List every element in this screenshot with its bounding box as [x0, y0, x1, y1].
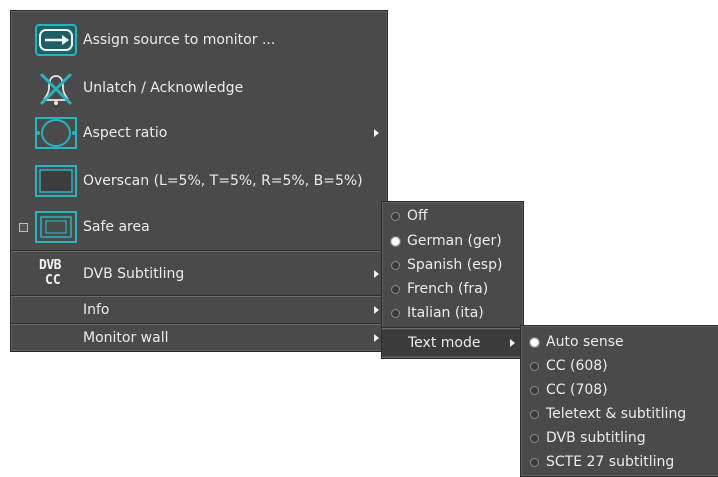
radio-button[interactable] — [391, 309, 400, 318]
radio-button[interactable] — [530, 410, 539, 419]
cc-icon-text: CC — [45, 273, 61, 288]
text-mode-option-cc-608[interactable]: CC (608) — [521, 354, 718, 378]
language-option-spanish[interactable]: Spanish (esp) — [382, 253, 523, 277]
menu-item-label: Aspect ratio — [83, 125, 168, 141]
aspect-ratio-icon — [35, 117, 77, 149]
text-mode-option-cc-708[interactable]: CC (708) — [521, 378, 718, 402]
language-option-french[interactable]: French (fra) — [382, 277, 523, 301]
unlatch-bell-icon — [35, 72, 77, 106]
menu-item-dvb-subtitling[interactable]: DVB CC DVB Subtitling — [11, 253, 387, 295]
option-label: Off — [407, 208, 428, 224]
option-label: SCTE 27 subtitling — [546, 454, 675, 470]
radio-button-selected[interactable] — [530, 338, 539, 347]
safe-area-checkbox[interactable] — [19, 223, 28, 232]
submenu-arrow-icon — [374, 306, 379, 314]
language-option-italian[interactable]: Italian (ita) — [382, 301, 523, 325]
menu-item-label: DVB Subtitling — [83, 266, 185, 282]
option-label: Text mode — [408, 335, 481, 351]
radio-button[interactable] — [391, 212, 400, 221]
dvb-icon-text: DVB — [39, 258, 61, 273]
menu-item-assign-source[interactable]: Assign source to monitor ... — [11, 15, 387, 65]
menu-item-monitor-wall[interactable]: Monitor wall — [11, 326, 387, 350]
menu-separator — [11, 250, 387, 252]
assign-source-icon — [35, 24, 77, 56]
language-option-off[interactable]: Off — [382, 204, 523, 228]
overscan-icon — [35, 165, 77, 197]
radio-button[interactable] — [530, 458, 539, 467]
option-label: CC (608) — [546, 358, 608, 374]
option-label: Teletext & subtitling — [546, 406, 687, 422]
language-option-german[interactable]: German (ger) — [382, 229, 523, 253]
safe-area-icon — [35, 211, 77, 243]
radio-button[interactable] — [530, 362, 539, 371]
option-label: CC (708) — [546, 382, 608, 398]
radio-button-selected[interactable] — [391, 237, 400, 246]
option-label: Auto sense — [546, 334, 624, 350]
menu-item-overscan[interactable]: Overscan (L=5%, T=5%, R=5%, B=5%) — [11, 157, 387, 205]
menu-separator — [11, 323, 387, 325]
text-mode-option-teletext[interactable]: Teletext & subtitling — [521, 402, 718, 426]
context-menu: Assign source to monitor ... Unlatch / A… — [10, 10, 388, 352]
menu-item-text-mode[interactable]: Text mode — [382, 330, 523, 356]
menu-item-label: Info — [83, 302, 110, 318]
menu-item-label: Monitor wall — [83, 330, 169, 346]
submenu-arrow-icon — [374, 334, 379, 342]
option-label: French (fra) — [407, 281, 489, 297]
menu-separator — [382, 327, 523, 329]
text-mode-option-scte27[interactable]: SCTE 27 subtitling — [521, 450, 718, 474]
text-mode-option-auto-sense[interactable]: Auto sense — [521, 330, 718, 354]
menu-item-aspect-ratio[interactable]: Aspect ratio — [11, 111, 387, 155]
option-label: DVB subtitling — [546, 430, 646, 446]
option-label: Spanish (esp) — [407, 257, 503, 273]
submenu-arrow-icon — [374, 270, 379, 278]
option-label: German (ger) — [407, 233, 502, 249]
menu-item-label: Overscan (L=5%, T=5%, R=5%, B=5%) — [83, 173, 363, 189]
option-label: Italian (ita) — [407, 305, 484, 321]
menu-item-safe-area[interactable]: Safe area — [11, 205, 387, 249]
radio-button[interactable] — [530, 386, 539, 395]
radio-button[interactable] — [391, 285, 400, 294]
menu-item-info[interactable]: Info — [11, 298, 387, 322]
radio-button[interactable] — [391, 261, 400, 270]
menu-item-label: Assign source to monitor ... — [83, 32, 276, 48]
text-mode-option-dvb[interactable]: DVB subtitling — [521, 426, 718, 450]
menu-separator — [11, 295, 387, 297]
submenu-arrow-icon — [510, 339, 515, 347]
text-mode-submenu: Auto sense CC (608) CC (708) Teletext & … — [520, 325, 718, 477]
dvb-subtitling-submenu: Off German (ger) Spanish (esp) French (f… — [381, 201, 524, 359]
dvb-cc-icon: DVB CC — [37, 258, 75, 290]
radio-button[interactable] — [530, 434, 539, 443]
submenu-arrow-icon — [374, 129, 379, 137]
menu-item-label: Unlatch / Acknowledge — [83, 80, 244, 96]
menu-item-unlatch[interactable]: Unlatch / Acknowledge — [11, 65, 387, 111]
menu-item-label: Safe area — [83, 219, 150, 235]
